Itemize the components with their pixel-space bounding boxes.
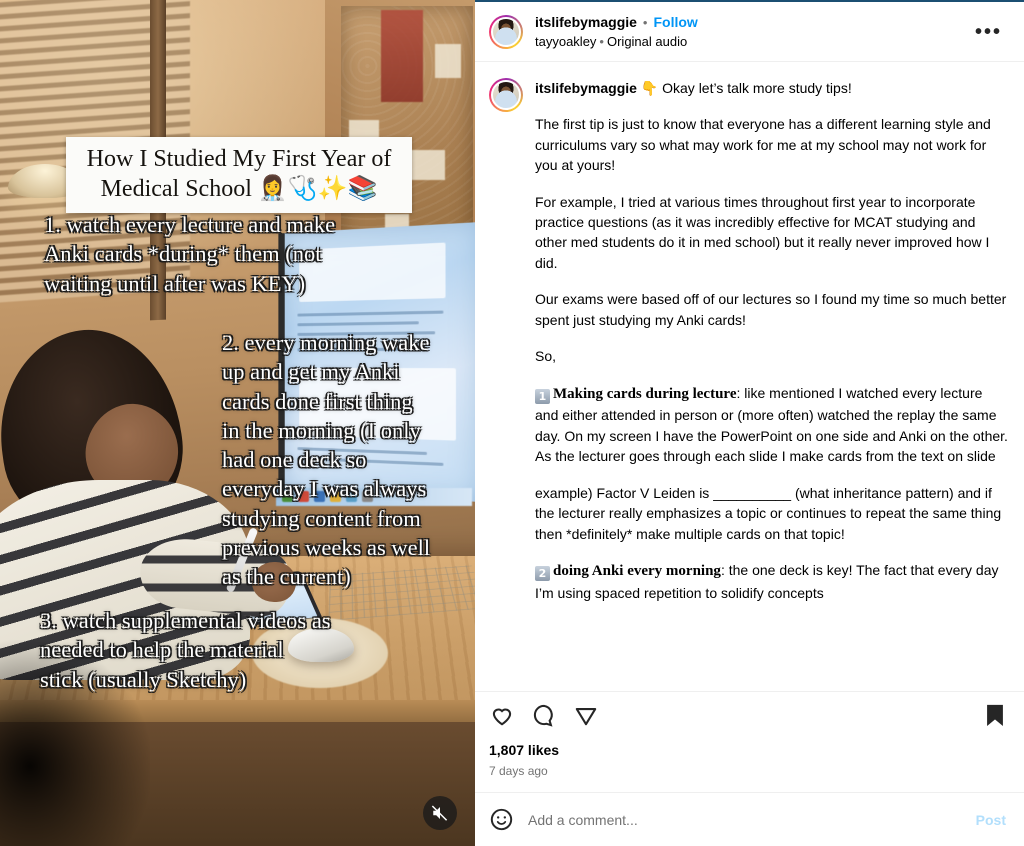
comment-bubble-icon[interactable] <box>531 702 557 728</box>
list-number-badge-2: 2 <box>535 566 550 582</box>
share-paper-plane-icon[interactable] <box>573 702 599 728</box>
caption-intro: 👇 Okay let’s talk more study tips! <box>640 79 852 96</box>
caption-paragraph-1: The first tip is just to know that every… <box>535 116 991 174</box>
audio-name[interactable]: Original audio <box>607 34 687 49</box>
video-caption-tip-1: 1. watch every lecture and make Anki car… <box>44 212 336 296</box>
post-actions: 1,807 likes 7 days ago <box>475 691 1024 792</box>
muted-speaker-icon[interactable] <box>423 796 457 830</box>
post-media-video[interactable]: How I Studied My First Year of Medical S… <box>0 0 475 846</box>
video-caption-tip-3: 3. watch supplemental videos as needed t… <box>40 608 331 692</box>
video-caption-tip-2: 2. every morning wake up and get my Anki… <box>222 330 431 589</box>
caption-author[interactable]: itslifebymaggie <box>535 80 637 96</box>
instagram-post-viewer: How I Studied My First Year of Medical S… <box>0 0 1024 846</box>
post-header: itslifebymaggie • Follow tayyoakley • Orig… <box>475 2 1024 62</box>
caption-list-item-1: 1 Making cards during lecture: like menti… <box>535 383 1008 467</box>
header-username[interactable]: itslifebymaggie <box>535 14 637 32</box>
caption-example-paragraph: example) Factor V Leiden is __________ (… <box>535 484 1002 542</box>
emoji-smiley-icon[interactable] <box>489 807 514 832</box>
caption-list-item-2: 2 doing Anki every morning: the one deck … <box>535 560 1008 603</box>
avatar[interactable] <box>489 14 523 49</box>
post-comment-button[interactable]: Post <box>974 812 1008 828</box>
audio-attribution[interactable]: tayyoakley • Original audio <box>535 34 969 50</box>
more-options-button[interactable]: ••• <box>969 22 1008 42</box>
action-icon-row <box>489 702 1008 728</box>
caption-avatar-image <box>491 79 521 110</box>
caption-paragraph-2: For example, I tried at various times th… <box>535 193 990 271</box>
video-title-overlay: How I Studied My First Year of Medical S… <box>66 137 412 214</box>
list-heading-1: Making cards during lecture <box>553 385 737 402</box>
list-heading-2: doing Anki every morning <box>553 563 721 580</box>
header-separator: • <box>642 15 648 30</box>
like-count[interactable]: 1,807 likes <box>489 742 1008 758</box>
comment-input[interactable] <box>528 811 974 828</box>
list-number-badge-1: 1 <box>535 388 550 404</box>
post-timestamp: 7 days ago <box>489 764 548 778</box>
audio-owner[interactable]: tayyoakley <box>535 34 596 49</box>
caption-text: itslifebymaggie 👇 Okay let’s talk more s… <box>535 78 1008 604</box>
header-meta: itslifebymaggie • Follow tayyoakley • Orig… <box>535 14 969 50</box>
heart-icon[interactable] <box>489 702 515 728</box>
audio-separator: • <box>599 33 604 49</box>
comment-bar: Post <box>475 792 1024 846</box>
caption-intro-paragraph: itslifebymaggie 👇 Okay let’s talk more s… <box>535 78 1008 98</box>
follow-button[interactable]: Follow <box>653 14 697 32</box>
bookmark-icon[interactable] <box>982 702 1008 728</box>
caption-paragraph-3: Our exams were based off of our lectures… <box>535 291 1007 328</box>
caption-paragraph-4: So, <box>535 348 557 365</box>
post-details-panel: itslifebymaggie • Follow tayyoakley • Orig… <box>475 0 1024 846</box>
caption-avatar[interactable] <box>489 77 523 112</box>
caption-scroll-region[interactable]: itslifebymaggie 👇 Okay let’s talk more s… <box>475 62 1024 691</box>
avatar-image <box>491 16 521 47</box>
